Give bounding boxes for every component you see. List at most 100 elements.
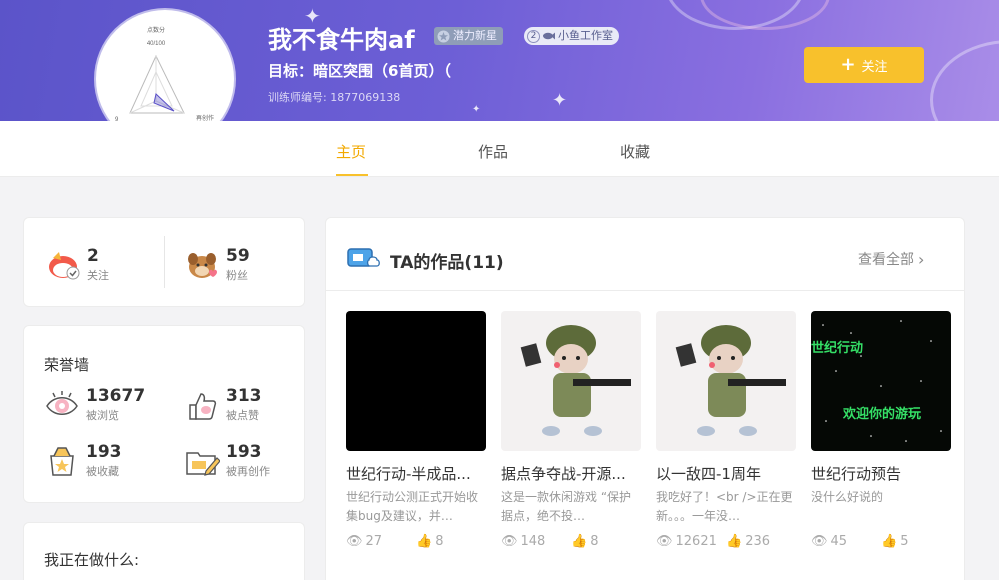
work-thumbnail[interactable] bbox=[346, 311, 486, 451]
favorites-stat: 193 被收藏 bbox=[44, 442, 122, 479]
soldier-mouse-image bbox=[520, 325, 631, 436]
thumbs-up-icon bbox=[189, 392, 217, 420]
fans-stat[interactable]: 59 粉丝 bbox=[186, 246, 250, 283]
plus-icon: + bbox=[840, 54, 856, 75]
sparkle-icon: ✦ bbox=[472, 104, 481, 115]
fish-icon bbox=[543, 32, 555, 40]
status-title: 我正在做什么: bbox=[44, 551, 140, 569]
work-description: 没什么好说的 bbox=[811, 490, 884, 504]
likes-label: 被点赞 bbox=[226, 409, 259, 422]
work-card[interactable]: 据点争夺战-开源... 这是一款休闲游戏 “保护据点，绝不投… 👁 148 👍 8 bbox=[501, 311, 641, 549]
work-likes: 👍 5 bbox=[881, 534, 951, 549]
following-count: 2 bbox=[87, 246, 99, 266]
thumbs-up-icon: 👍 bbox=[726, 534, 743, 549]
star-badge-icon bbox=[437, 30, 450, 42]
social-card: 2 关注 59 粉丝 bbox=[23, 217, 305, 307]
profile-goal: 目标：暗区突围（6首页）（ bbox=[268, 62, 451, 80]
work-thumbnail[interactable] bbox=[501, 311, 641, 451]
active-tab-indicator bbox=[336, 174, 368, 176]
sparkle-icon: ✦ bbox=[552, 90, 568, 111]
views-count: 13677 bbox=[86, 386, 146, 406]
work-likes: 👍 236 bbox=[726, 534, 796, 549]
studio-badge[interactable]: 2 小鱼工作室 bbox=[524, 27, 619, 45]
thumbnail-caption: 世纪行动 bbox=[811, 341, 864, 356]
work-card[interactable]: 以一敌四-1周年 我吃好了！<br />正在更新。。。一年没… 👁 12621 👍… bbox=[656, 311, 796, 549]
work-thumbnail[interactable] bbox=[656, 311, 796, 451]
badge-label: 潜力新星 bbox=[453, 29, 497, 42]
radar-value: 40/100 bbox=[147, 41, 166, 47]
tab-home[interactable]: 主页 bbox=[336, 141, 366, 162]
work-likes: 👍 8 bbox=[416, 534, 486, 549]
work-views-count: 148 bbox=[520, 534, 546, 549]
work-views-count: 45 bbox=[830, 534, 848, 549]
favorites-label: 被收藏 bbox=[86, 465, 119, 478]
work-thumbnail[interactable]: 世纪行动 欢迎你的游玩 bbox=[811, 311, 951, 451]
badge-label: 小鱼工作室 bbox=[558, 29, 613, 42]
views-stat: 13677 被浏览 bbox=[44, 386, 145, 423]
thumbs-up-icon: 👍 bbox=[416, 534, 433, 549]
remix-label: 被再创作 bbox=[226, 465, 270, 478]
work-description: 我吃好了！<br />正在更新。。。一年没… bbox=[656, 490, 793, 523]
work-card[interactable]: 世纪行动 欢迎你的游玩 世纪行动预告 没什么好说的 👁 45 👍 5 bbox=[811, 311, 951, 549]
thumbnail-caption: 欢迎你的游玩 bbox=[843, 407, 922, 422]
bird-avatar-icon bbox=[49, 251, 80, 279]
tab-works[interactable]: 作品 bbox=[478, 141, 508, 162]
remix-stat: 193 被再创作 bbox=[184, 442, 270, 479]
tab-favorites[interactable]: 收藏 bbox=[620, 141, 650, 162]
folder-pencil-icon bbox=[186, 451, 220, 476]
thumbs-up-icon: 👍 bbox=[571, 534, 588, 549]
thumbs-up-icon: 👍 bbox=[881, 534, 898, 549]
eye-icon bbox=[46, 390, 78, 415]
trainer-id: 训练师编号: 1877069138 bbox=[268, 91, 401, 104]
works-title: TA的作品(11) bbox=[390, 253, 504, 273]
divider bbox=[326, 290, 964, 291]
work-likes-count: 8 bbox=[435, 534, 444, 549]
work-title[interactable]: 据点争夺战-开源... bbox=[501, 463, 641, 484]
radar-label: 点数分 bbox=[147, 26, 165, 34]
fans-label: 粉丝 bbox=[226, 269, 248, 282]
work-description: 这是一款休闲游戏 “保护据点，绝不投… bbox=[501, 490, 632, 523]
soldier-mouse-image bbox=[675, 325, 786, 436]
honor-wall-card: 荣誉墙 13677 被浏览 313 被点赞 193 被收藏 193 被再创作 bbox=[23, 325, 305, 503]
following-label: 关注 bbox=[87, 269, 109, 282]
eye-icon: 👁 bbox=[346, 534, 363, 549]
work-views-count: 12621 bbox=[675, 534, 717, 549]
work-description: 世纪行动公测正式开始收集bug及建议，并… bbox=[346, 490, 479, 523]
eye-icon: 👁 bbox=[811, 534, 828, 549]
eye-icon: 👁 bbox=[656, 534, 673, 549]
work-views: 👁 148 bbox=[501, 534, 571, 549]
fans-count: 59 bbox=[226, 246, 250, 266]
dog-avatar-icon bbox=[188, 252, 217, 278]
rising-star-badge: 潜力新星 bbox=[434, 27, 503, 45]
views-label: 被浏览 bbox=[86, 409, 119, 422]
banner-decoration bbox=[930, 40, 999, 121]
username: 我不食牛肉af bbox=[268, 26, 415, 54]
works-icon bbox=[347, 248, 380, 267]
follow-label: 关注 bbox=[861, 59, 888, 75]
eye-icon: 👁 bbox=[501, 534, 518, 549]
work-views: 👁 12621 bbox=[656, 534, 726, 549]
badge-number: 2 bbox=[527, 29, 540, 43]
honor-wall-title: 荣誉墙 bbox=[44, 356, 90, 374]
view-all-link[interactable]: 查看全部 › bbox=[858, 249, 924, 269]
work-likes-count: 236 bbox=[745, 534, 771, 549]
tab-bar: 主页 作品 收藏 bbox=[0, 121, 999, 177]
follow-button[interactable]: + 关注 bbox=[804, 47, 924, 83]
work-likes: 👍 8 bbox=[571, 534, 641, 549]
work-views-count: 27 bbox=[365, 534, 383, 549]
status-card: 我正在做什么: bbox=[23, 522, 305, 580]
work-views: 👁 45 bbox=[811, 534, 881, 549]
view-all-label: 查看全部 bbox=[858, 252, 914, 268]
star-box-icon bbox=[50, 446, 74, 476]
chevron-right-icon: › bbox=[918, 249, 925, 269]
work-title[interactable]: 以一敌四-1周年 bbox=[656, 463, 796, 484]
work-views: 👁 27 bbox=[346, 534, 416, 549]
favorites-count: 193 bbox=[86, 442, 122, 462]
work-title[interactable]: 世纪行动-半成品... bbox=[346, 463, 486, 484]
divider bbox=[164, 236, 165, 288]
following-stat[interactable]: 2 关注 bbox=[47, 246, 109, 283]
work-likes-count: 8 bbox=[590, 534, 599, 549]
likes-stat: 313 被点赞 bbox=[184, 386, 262, 423]
work-title[interactable]: 世纪行动预告 bbox=[811, 463, 951, 484]
work-card[interactable]: 世纪行动-半成品... 世纪行动公测正式开始收集bug及建议，并… 👁 27 👍 8 bbox=[346, 311, 486, 549]
